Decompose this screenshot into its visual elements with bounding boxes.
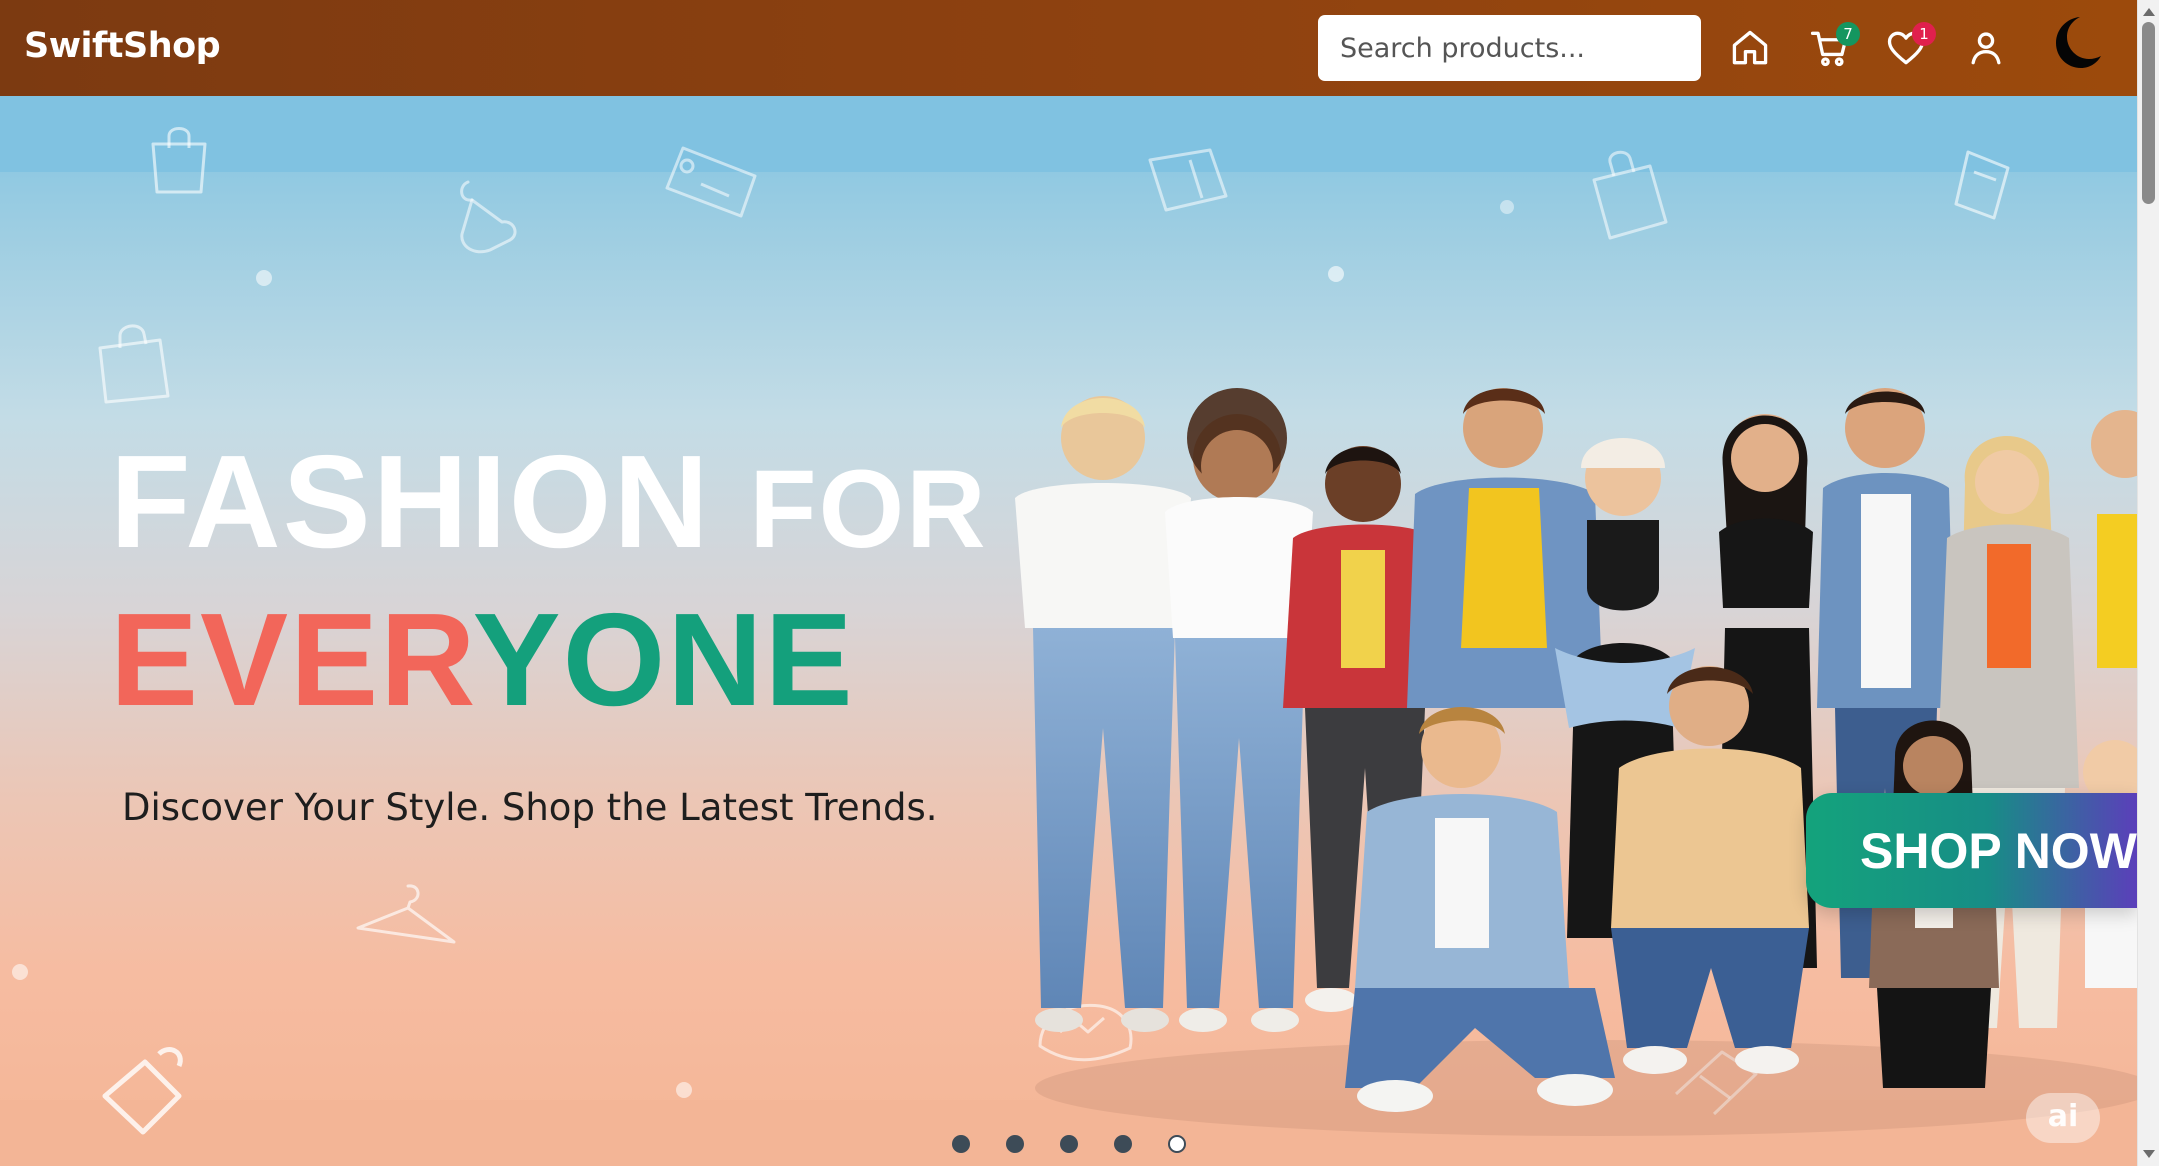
- shopping-bag-doodle-icon: [1592, 150, 1668, 240]
- sparkle-dot: [256, 270, 272, 286]
- shopping-bag-doodle-icon: [151, 127, 207, 194]
- shop-now-button[interactable]: SHOP NOW: [1806, 793, 2137, 908]
- sparkle-dot: [1500, 200, 1514, 214]
- dark-mode-toggle[interactable]: [2045, 12, 2105, 72]
- scrollbar-thumb[interactable]: [2142, 22, 2155, 204]
- wishlist-button[interactable]: 1: [1884, 22, 1936, 70]
- moon-icon: [2056, 17, 2101, 68]
- hero-headline: FASHION FOR EVERYONE: [110, 436, 988, 726]
- headline-everyone-coral: EVER: [110, 586, 473, 733]
- brand-logo[interactable]: SwiftShop: [24, 26, 221, 66]
- search-input[interactable]: [1318, 15, 1701, 81]
- carousel-dot-5[interactable]: [1168, 1135, 1186, 1153]
- scroll-up-arrow-icon[interactable]: [2143, 8, 2155, 16]
- wallet-doodle-icon: [1148, 148, 1228, 212]
- carousel-dot-3[interactable]: [1060, 1135, 1078, 1153]
- cart-button[interactable]: 7: [1808, 22, 1860, 70]
- hanger-tag-doodle-icon: [460, 180, 517, 254]
- mouse-doodle-icon: [102, 1047, 183, 1135]
- headline-word-for: FOR: [749, 448, 988, 571]
- hero-tagline: Discover Your Style. Shop the Latest Tre…: [122, 786, 938, 829]
- account-button[interactable]: [1964, 26, 2008, 70]
- wishlist-count-badge: 1: [1912, 22, 1936, 46]
- carousel-dot-1[interactable]: [952, 1135, 970, 1153]
- shopping-bag-doodle-icon: [98, 324, 170, 404]
- headline-everyone-teal: YONE: [472, 586, 855, 733]
- home-button[interactable]: [1728, 26, 1772, 70]
- carousel-dot-2[interactable]: [1006, 1135, 1024, 1153]
- top-navbar: SwiftShop 7 1: [0, 0, 2137, 96]
- sparkle-dot: [12, 964, 28, 980]
- vertical-scrollbar[interactable]: [2137, 0, 2159, 1166]
- hero-top-band: [0, 96, 2137, 172]
- headline-word-fashion: FASHION: [110, 428, 711, 575]
- fashion-models-group-image: [1015, 388, 2137, 1136]
- price-tag-doodle-icon: [665, 146, 757, 218]
- carousel-dot-4[interactable]: [1114, 1135, 1132, 1153]
- sparkle-dot: [676, 1082, 692, 1098]
- user-icon: [1971, 32, 2001, 65]
- sparkle-dot: [1328, 266, 1344, 282]
- cart-count-badge: 7: [1836, 22, 1860, 46]
- headline-line-2: EVERYONE: [110, 594, 988, 726]
- phone-tag-doodle-icon: [1954, 150, 2010, 220]
- hanger-doodle-icon: [356, 884, 456, 944]
- ai-watermark-badge: ai: [2026, 1093, 2100, 1143]
- headline-line-1: FASHION FOR: [110, 436, 988, 568]
- scroll-down-arrow-icon[interactable]: [2143, 1150, 2155, 1158]
- hero-banner: FASHION FOR EVERYONE Discover Your Style…: [0, 96, 2137, 1166]
- home-icon: [1732, 30, 1768, 65]
